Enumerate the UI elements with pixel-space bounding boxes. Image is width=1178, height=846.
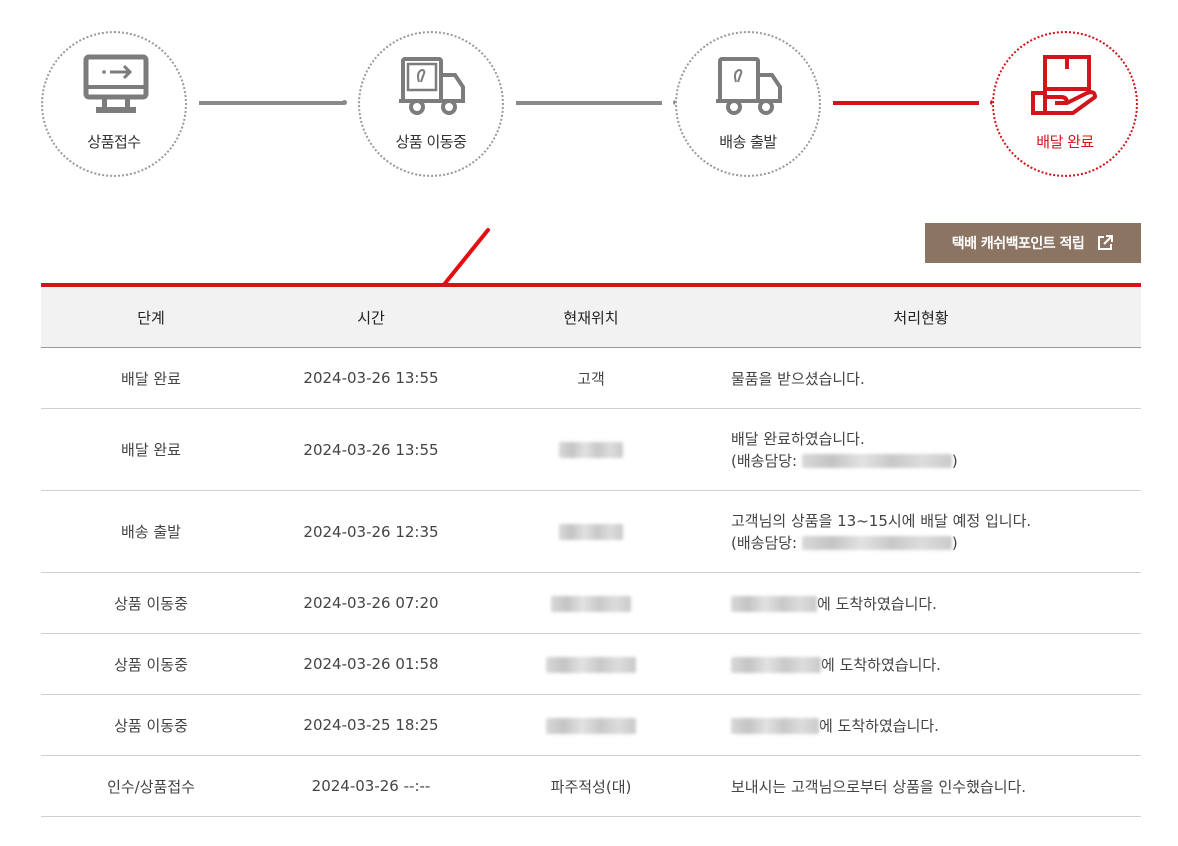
- table-row: 배송 출발 2024-03-26 12:35 고객님의 상품을 13~15시에 …: [41, 491, 1141, 573]
- step-label: 배송 출발: [719, 133, 777, 151]
- status-text: 에 도착하였습니다.: [817, 594, 937, 613]
- step-label: 상품 이동중: [395, 133, 467, 151]
- redacted-location: [559, 524, 623, 540]
- redacted-hub: [731, 718, 819, 734]
- cashback-button-label: 택배 캐쉬백포인트 적립: [951, 236, 1085, 252]
- cell-location: [481, 716, 701, 734]
- step-received: 상품접수: [41, 31, 187, 177]
- table-row: 인수/상품접수 2024-03-26 --:-- 파주적성(대) 보내시는 고객…: [41, 756, 1141, 817]
- step-dispatched: 배송 출발: [675, 31, 821, 177]
- truck-icon: [716, 57, 782, 115]
- cell-stage: 상품 이동중: [114, 655, 188, 674]
- cell-time: 2024-03-26 07:20: [303, 594, 439, 612]
- step-delivered: 배달 완료: [992, 31, 1138, 177]
- cell-location: [481, 523, 701, 541]
- column-header-location: 현재위치: [563, 308, 619, 327]
- truck-icon: [399, 57, 465, 115]
- hand-box-icon: [1031, 55, 1097, 115]
- redacted-hub: [731, 596, 817, 612]
- courier-line: (배송담당: ): [731, 533, 958, 552]
- cell-status: 에 도착하였습니다.: [701, 715, 1141, 736]
- cell-time: 2024-03-26 13:55: [303, 440, 439, 459]
- tracking-table: 단계 시간 현재위치 처리현황 배달 완료 2024-03-26 13:55 고…: [41, 283, 1141, 817]
- cell-location: [481, 655, 701, 673]
- table-row: 상품 이동중 2024-03-25 18:25 에 도착하였습니다.: [41, 695, 1141, 756]
- cell-status: 에 도착하였습니다.: [701, 593, 1141, 614]
- cell-time: 2024-03-26 12:35: [303, 522, 439, 541]
- cell-stage: 배달 완료: [121, 441, 181, 459]
- redacted-hub: [731, 657, 821, 673]
- cell-stage: 상품 이동중: [114, 716, 188, 735]
- table-row: 배달 완료 2024-03-26 13:55 고객 물품을 받으셨습니다.: [41, 348, 1141, 409]
- status-text: 에 도착하였습니다.: [821, 655, 941, 674]
- table-row: 배달 완료 2024-03-26 13:55 배달 완료하였습니다. (배송담당…: [41, 409, 1141, 491]
- cell-location: [481, 441, 701, 459]
- cashback-points-button[interactable]: 택배 캐쉬백포인트 적립: [925, 223, 1141, 263]
- cell-location: [481, 594, 701, 612]
- table-row: 상품 이동중 2024-03-26 01:58 에 도착하였습니다.: [41, 634, 1141, 695]
- redacted-location: [546, 717, 636, 734]
- column-header-time: 시간: [357, 308, 385, 327]
- redacted-courier: [801, 536, 952, 550]
- cell-time: 2024-03-26 13:55: [303, 369, 439, 387]
- courier-line: (배송담당: ): [731, 451, 958, 470]
- cell-status: 물품을 받으셨습니다.: [731, 369, 865, 388]
- cell-status: 에 도착하였습니다.: [701, 654, 1141, 675]
- status-text: 에 도착하였습니다.: [819, 716, 939, 735]
- step-in-transit: 상품 이동중: [358, 31, 504, 177]
- step-connector: [516, 101, 662, 105]
- column-header-stage: 단계: [137, 308, 165, 327]
- cell-status: 고객님의 상품을 13~15시에 배달 예정 입니다. (배송담당: ): [701, 510, 1141, 554]
- redacted-location: [559, 442, 623, 458]
- column-header-status: 처리현황: [893, 308, 949, 327]
- cell-status: 배달 완료하였습니다. (배송담당: ): [701, 428, 1141, 472]
- step-connector: [199, 101, 345, 105]
- monitor-icon: [83, 54, 149, 113]
- cell-time: 2024-03-26 --:--: [311, 777, 431, 795]
- connector-dot: [342, 100, 347, 105]
- delivery-stepper: 상품접수 상품 이동중 배송 출발 배달 완료: [0, 0, 1178, 190]
- table-row: 상품 이동중 2024-03-26 07:20 에 도착하였습니다.: [41, 573, 1141, 634]
- cell-time: 2024-03-25 18:25: [303, 716, 439, 734]
- status-line: 고객님의 상품을 13~15시에 배달 예정 입니다.: [731, 511, 1032, 530]
- cell-stage: 배달 완료: [121, 369, 181, 388]
- cell-location: 파주적성(대): [550, 777, 632, 796]
- step-label: 배달 완료: [1036, 133, 1094, 151]
- cell-time: 2024-03-26 01:58: [303, 655, 439, 673]
- cell-stage: 상품 이동중: [114, 594, 188, 613]
- cell-stage: 배송 출발: [121, 523, 181, 541]
- step-connector-active: [833, 101, 979, 105]
- cell-stage: 인수/상품접수: [107, 777, 195, 796]
- external-link-icon: [1098, 235, 1114, 250]
- redacted-location: [546, 656, 636, 673]
- redacted-courier: [801, 454, 952, 468]
- step-label: 상품접수: [87, 133, 141, 151]
- cell-status: 보내시는 고객님으로부터 상품을 인수했습니다.: [731, 777, 1027, 796]
- redacted-location: [551, 595, 631, 612]
- status-line: 배달 완료하였습니다.: [731, 429, 865, 448]
- table-header: 단계 시간 현재위치 처리현황: [41, 287, 1141, 348]
- cell-location: 고객: [577, 369, 605, 388]
